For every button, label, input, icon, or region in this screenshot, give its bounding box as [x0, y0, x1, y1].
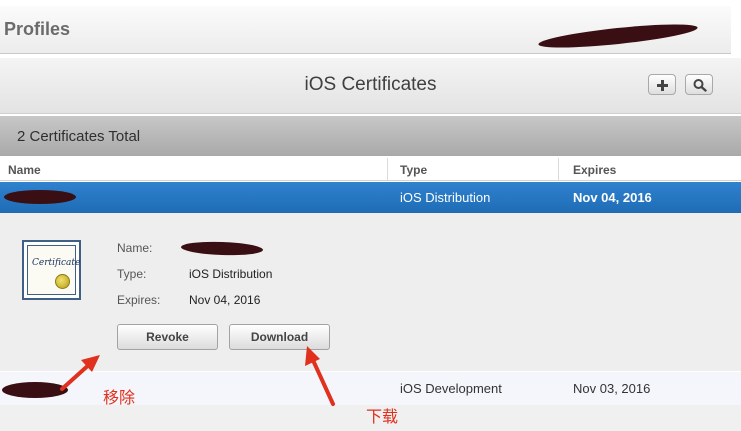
row-type-cell: iOS Distribution: [400, 190, 491, 205]
seal-icon: [55, 274, 70, 289]
add-button[interactable]: [648, 74, 676, 95]
header-bar: Profiles: [0, 6, 731, 54]
annotation-download-label: 下载: [366, 407, 399, 426]
section-heading: iOS Certificates: [304, 74, 437, 95]
certificate-icon-text: Certificate: [32, 258, 81, 268]
section-toolbar: iOS Certificates: [0, 58, 741, 114]
redacted-account-name: [537, 19, 699, 53]
column-expires-header[interactable]: Expires: [573, 163, 616, 177]
row-type-cell: iOS Development: [400, 381, 502, 396]
detail-expires-label: Expires:: [117, 293, 161, 307]
table-header: Name Type Expires: [0, 158, 741, 181]
column-name-header[interactable]: Name: [8, 163, 41, 177]
revoke-button[interactable]: Revoke: [117, 324, 218, 350]
table-row-selected[interactable]: iOS Distribution Nov 04, 2016: [0, 182, 741, 213]
certificates-total-text: 2 Certificates Total: [17, 128, 141, 145]
redacted-certificate-name: [4, 190, 76, 204]
certificate-detail-panel: Certificate Name: Type: iOS Distribution…: [0, 213, 741, 371]
detail-type-value: iOS Distribution: [189, 267, 273, 281]
search-icon: [693, 79, 707, 92]
column-type-header[interactable]: Type: [400, 163, 427, 177]
certificate-icon: Certificate: [22, 240, 81, 300]
row-expires-cell: Nov 03, 2016: [573, 381, 651, 396]
detail-type-label: Type:: [117, 267, 147, 281]
redacted-detail-name: [180, 240, 264, 257]
search-button[interactable]: [685, 74, 713, 95]
detail-expires-value: Nov 04, 2016: [189, 293, 261, 307]
detail-name-label: Name:: [117, 241, 153, 255]
row-expires-cell: Nov 04, 2016: [573, 190, 652, 205]
annotation-remove-label: 移除: [103, 388, 136, 407]
certificates-total-bar: 2 Certificates Total: [0, 116, 741, 156]
page-title: Profiles: [4, 19, 71, 39]
redacted-certificate-name: [2, 382, 68, 398]
download-button[interactable]: Download: [229, 324, 330, 350]
